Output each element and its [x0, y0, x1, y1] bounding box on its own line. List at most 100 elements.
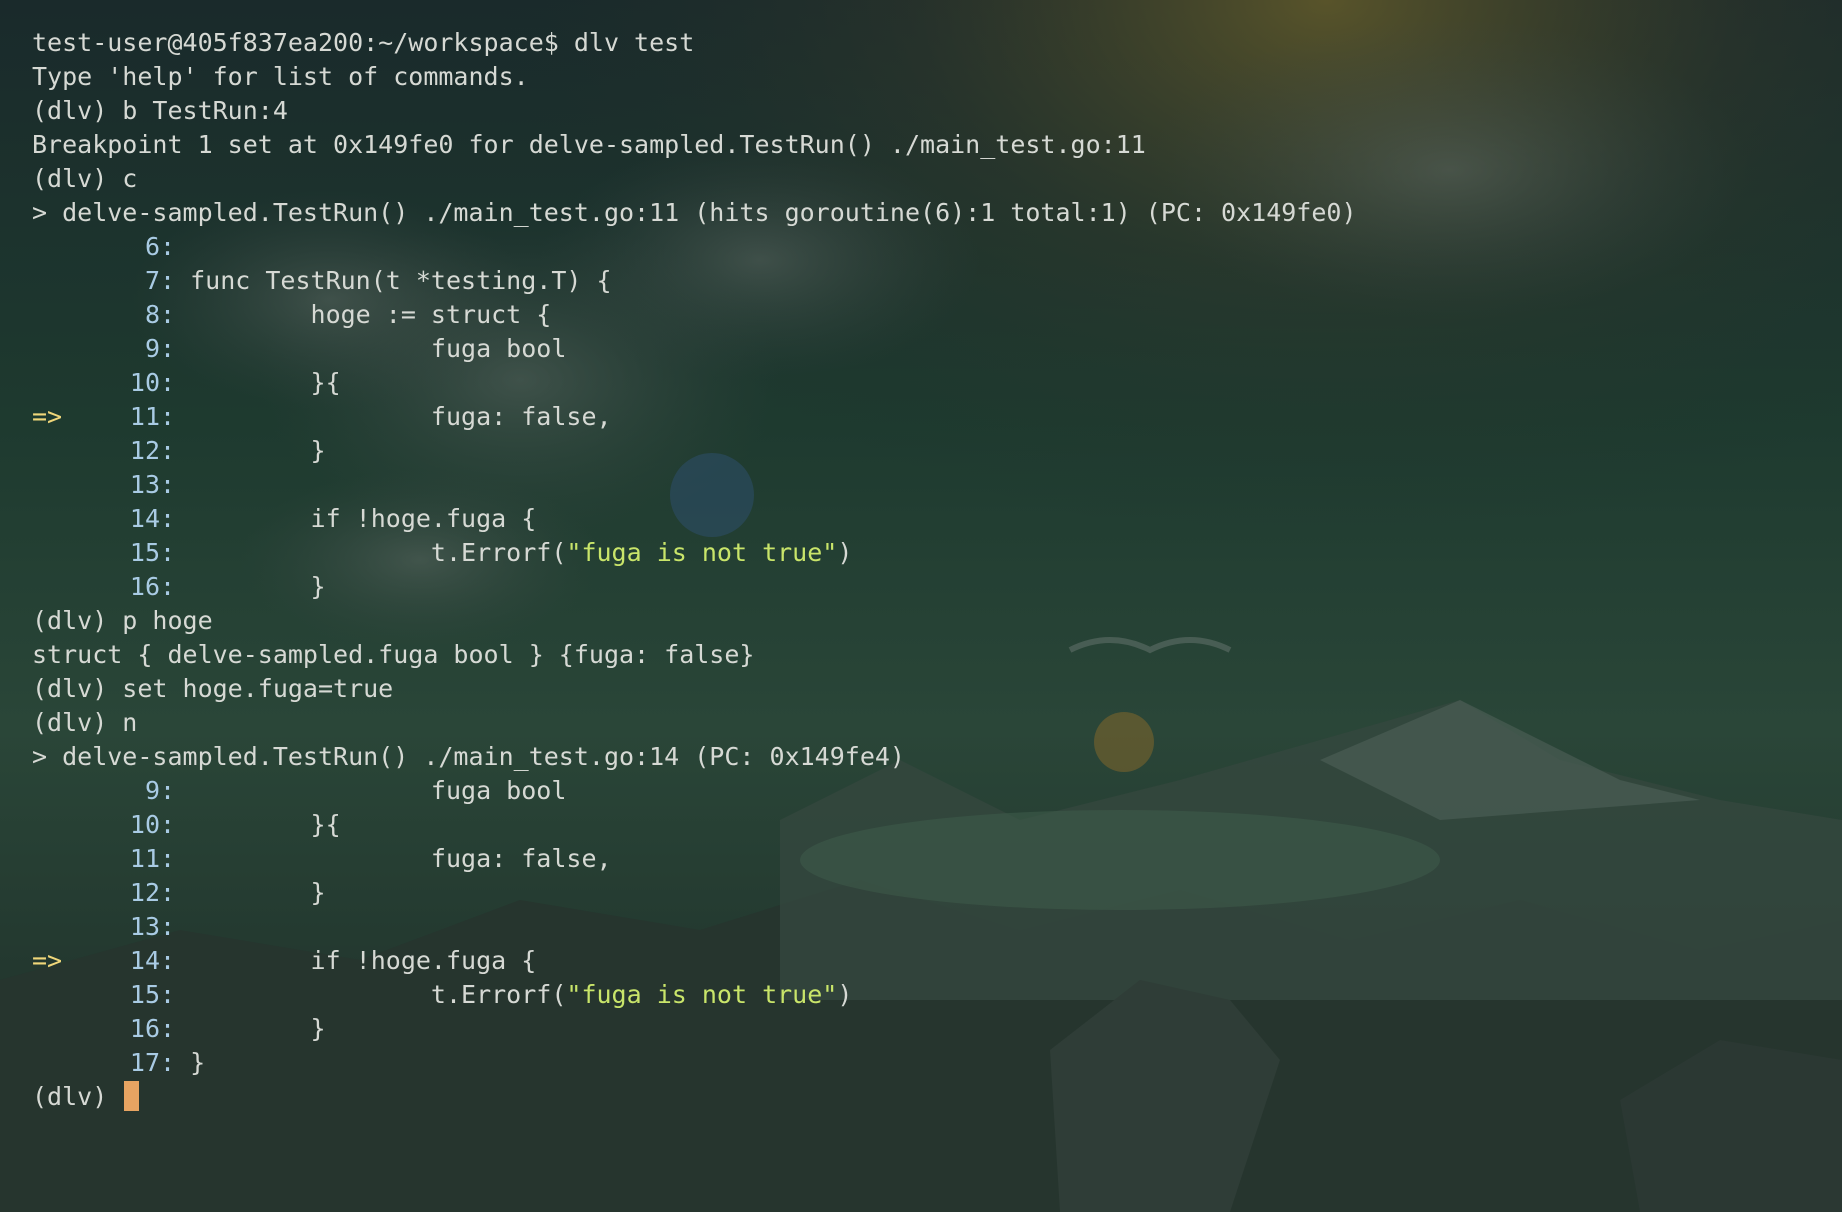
line-number-colon: : — [160, 946, 191, 975]
terminal-line-text: struct { delve-sampled.fuga bool } {fuga… — [32, 640, 755, 669]
source-line: 7: func TestRun(t *testing.T) { — [32, 264, 1842, 298]
line-number-colon: : — [160, 504, 191, 533]
line-number: 11 — [129, 402, 160, 431]
source-line: 15: t.Errorf("fuga is not true") — [32, 978, 1842, 1012]
source-line: 10: }{ — [32, 366, 1842, 400]
line-number-colon: : — [160, 266, 191, 295]
source-line: 12: } — [32, 434, 1842, 468]
source-code: if !hoge.fuga { — [190, 504, 537, 533]
source-line: 10: }{ — [32, 808, 1842, 842]
source-line: => 11: fuga: false, — [32, 400, 1842, 434]
source-line: 16: } — [32, 570, 1842, 604]
source-code: } — [190, 1048, 206, 1077]
terminal-line-text: (dlv) c — [32, 164, 138, 193]
line-number-colon: : — [160, 300, 191, 329]
line-number: 16 — [129, 1014, 160, 1043]
line-number: 10 — [129, 810, 160, 839]
line-number: 6 — [144, 232, 160, 261]
source-line: 9: fuga bool — [32, 774, 1842, 808]
prompt-line[interactable]: (dlv) — [32, 1080, 1842, 1114]
terminal-line: > delve-sampled.TestRun() ./main_test.go… — [32, 740, 1842, 774]
line-number: 14 — [129, 504, 160, 533]
terminal-line-text: Breakpoint 1 set at 0x149fe0 for delve-s… — [32, 130, 1146, 159]
line-number-colon: : — [160, 436, 191, 465]
line-number: 12 — [129, 436, 160, 465]
string-literal: "fuga is not true" — [566, 980, 838, 1009]
source-line: 15: t.Errorf("fuga is not true") — [32, 536, 1842, 570]
source-line: 12: } — [32, 876, 1842, 910]
source-line: 17: } — [32, 1046, 1842, 1080]
terminal-line: struct { delve-sampled.fuga bool } {fuga… — [32, 638, 1842, 672]
text-cursor — [124, 1081, 140, 1111]
prompt-text: (dlv) — [32, 1082, 123, 1111]
source-code: fuga bool — [190, 776, 567, 805]
source-code-tail: ) — [837, 980, 853, 1009]
source-code: }{ — [190, 368, 341, 397]
terminal-line: (dlv) n — [32, 706, 1842, 740]
source-line: 14: if !hoge.fuga { — [32, 502, 1842, 536]
terminal-line: (dlv) b TestRun:4 — [32, 94, 1842, 128]
source-code: }{ — [190, 810, 341, 839]
line-number: 15 — [129, 980, 160, 1009]
source-code: } — [190, 1014, 326, 1043]
source-code: } — [190, 878, 326, 907]
line-number: 13 — [129, 470, 160, 499]
line-number-colon: : — [160, 538, 191, 567]
terminal-line: test-user@405f837ea200:~/workspace$ dlv … — [32, 26, 1842, 60]
string-literal: "fuga is not true" — [566, 538, 838, 567]
source-line: 8: hoge := struct { — [32, 298, 1842, 332]
line-number-colon: : — [160, 980, 191, 1009]
line-number: 12 — [129, 878, 160, 907]
terminal-line: (dlv) set hoge.fuga=true — [32, 672, 1842, 706]
current-line-marker: => — [32, 946, 63, 975]
terminal-line-text: (dlv) n — [32, 708, 138, 737]
terminal-line: Type 'help' for list of commands. — [32, 60, 1842, 94]
terminal-line-text: test-user@405f837ea200:~/workspace$ dlv … — [32, 28, 695, 57]
line-number: 9 — [144, 776, 160, 805]
source-line: => 14: if !hoge.fuga { — [32, 944, 1842, 978]
source-code: func TestRun(t *testing.T) { — [190, 266, 612, 295]
line-number: 13 — [129, 912, 160, 941]
source-line: 11: fuga: false, — [32, 842, 1842, 876]
line-number-colon: : — [160, 470, 191, 499]
source-code: } — [190, 572, 326, 601]
source-line: 13: — [32, 468, 1842, 502]
line-number: 10 — [129, 368, 160, 397]
source-code: } — [190, 436, 326, 465]
terminal-line-text: (dlv) set hoge.fuga=true — [32, 674, 394, 703]
terminal-line: Breakpoint 1 set at 0x149fe0 for delve-s… — [32, 128, 1842, 162]
line-number: 15 — [129, 538, 160, 567]
source-code: fuga: false, — [190, 844, 612, 873]
source-code: hoge := struct { — [190, 300, 552, 329]
source-line: 16: } — [32, 1012, 1842, 1046]
source-code: t.Errorf( — [190, 980, 567, 1009]
source-code: if !hoge.fuga { — [190, 946, 537, 975]
source-code: t.Errorf( — [190, 538, 567, 567]
line-number: 8 — [144, 300, 160, 329]
terminal-line-text: > delve-sampled.TestRun() ./main_test.go… — [32, 742, 905, 771]
terminal-output[interactable]: test-user@405f837ea200:~/workspace$ dlv … — [32, 26, 1842, 1212]
terminal-line: > delve-sampled.TestRun() ./main_test.go… — [32, 196, 1842, 230]
line-number-colon: : — [160, 844, 191, 873]
line-number: 14 — [129, 946, 160, 975]
current-line-marker: => — [32, 402, 63, 431]
line-number-colon: : — [160, 402, 191, 431]
terminal-line-text: Type 'help' for list of commands. — [32, 62, 529, 91]
line-number: 11 — [129, 844, 160, 873]
source-code: fuga bool — [190, 334, 567, 363]
line-number: 16 — [129, 572, 160, 601]
source-code-tail: ) — [837, 538, 853, 567]
terminal-line-text: (dlv) b TestRun:4 — [32, 96, 288, 125]
terminal-line: (dlv) p hoge — [32, 604, 1842, 638]
line-number-colon: : — [160, 1048, 191, 1077]
terminal-line: (dlv) c — [32, 162, 1842, 196]
source-line: 9: fuga bool — [32, 332, 1842, 366]
terminal-line-text: (dlv) p hoge — [32, 606, 213, 635]
line-number: 9 — [144, 334, 160, 363]
source-line: 13: — [32, 910, 1842, 944]
line-number-colon: : — [160, 334, 191, 363]
source-code: fuga: false, — [190, 402, 612, 431]
terminal-line-text: > delve-sampled.TestRun() ./main_test.go… — [32, 198, 1357, 227]
line-number: 7 — [144, 266, 160, 295]
line-number-colon: : — [160, 368, 191, 397]
